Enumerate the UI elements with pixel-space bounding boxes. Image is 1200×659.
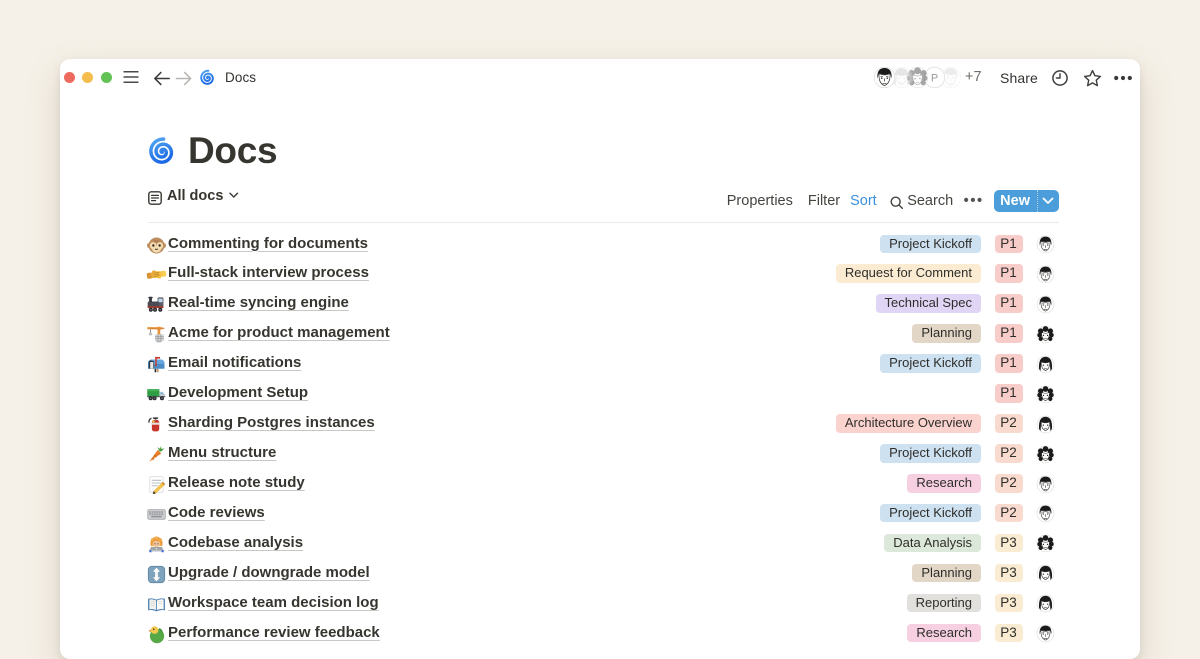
svg-text:P: P	[931, 73, 938, 85]
